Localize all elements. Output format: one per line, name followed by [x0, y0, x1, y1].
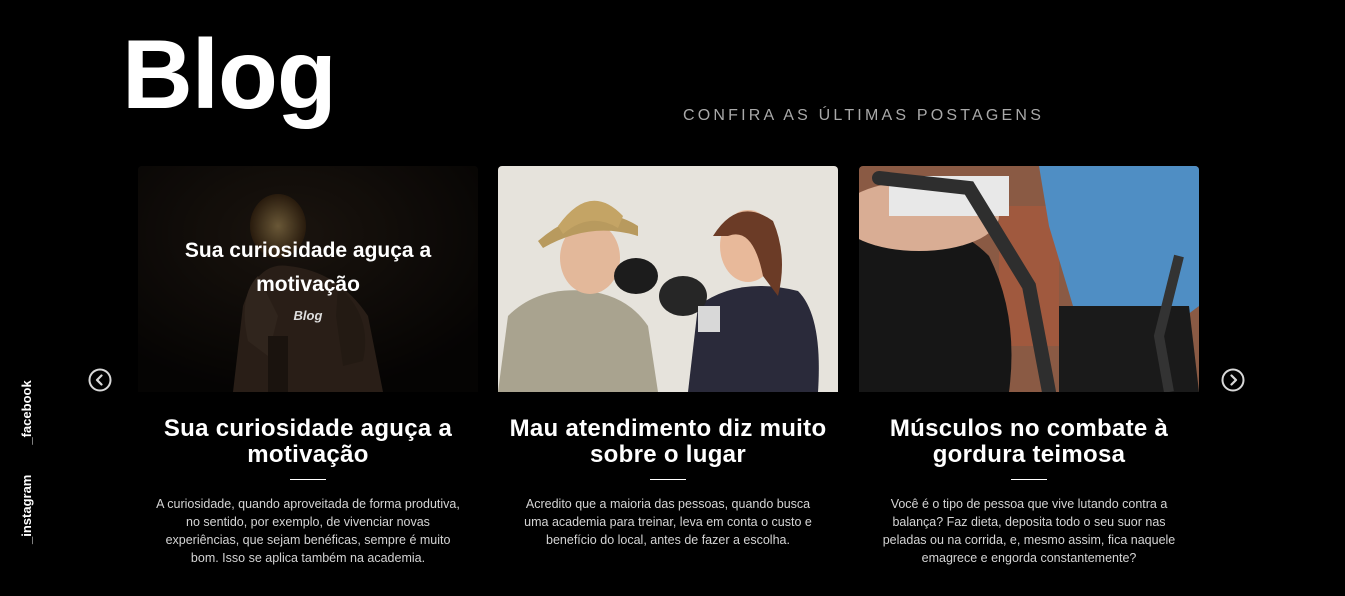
post-excerpt: Você é o tipo de pessoa que vive lutando… — [882, 497, 1176, 565]
post-excerpt: Acredito que a maioria das pessoas, quan… — [524, 497, 812, 547]
post-card: Mau atendimento diz muito sobre o lugar … — [498, 166, 838, 549]
overlay-category[interactable]: Blog — [294, 308, 323, 323]
post-card: Músculos no combate à gordura teimosa Vo… — [859, 166, 1199, 567]
overlay-title: Sua curiosidade aguça a motivação — [184, 239, 432, 296]
post-title[interactable]: Mau atendimento diz muito sobre o lugar — [498, 416, 838, 468]
woman-boxing-man-photo — [498, 166, 838, 392]
post-title[interactable]: Músculos no combate à gordura teimosa — [859, 416, 1199, 468]
facebook-link[interactable]: _facebook — [19, 380, 34, 444]
treadmill-workout-photo — [859, 166, 1199, 392]
instagram-link[interactable]: _instagram — [19, 475, 34, 544]
post-excerpt: A curiosidade, quando aproveitada de for… — [156, 497, 460, 565]
page-title: Blog — [122, 19, 337, 129]
social-links: _instagram _facebook — [19, 380, 34, 544]
chevron-right-circle-icon — [1221, 368, 1245, 392]
carousel-prev-button[interactable] — [88, 368, 112, 392]
page-subtitle: CONFIRA AS ÚLTIMAS POSTAGENS — [683, 107, 1045, 124]
post-card: Sua curiosidade aguça a motivação Blog S… — [138, 166, 478, 567]
chevron-left-circle-icon — [88, 368, 112, 392]
title-divider — [290, 479, 326, 480]
post-title[interactable]: Sua curiosidade aguça a motivação — [138, 416, 478, 468]
post-thumbnail[interactable] — [859, 166, 1199, 392]
carousel-next-button[interactable] — [1221, 368, 1245, 392]
post-thumbnail[interactable]: Sua curiosidade aguça a motivação Blog — [138, 166, 478, 392]
title-divider — [650, 479, 686, 480]
title-divider — [1011, 479, 1047, 480]
post-thumbnail-overlay: Sua curiosidade aguça a motivação Blog — [138, 166, 478, 392]
post-thumbnail[interactable] — [498, 166, 838, 392]
